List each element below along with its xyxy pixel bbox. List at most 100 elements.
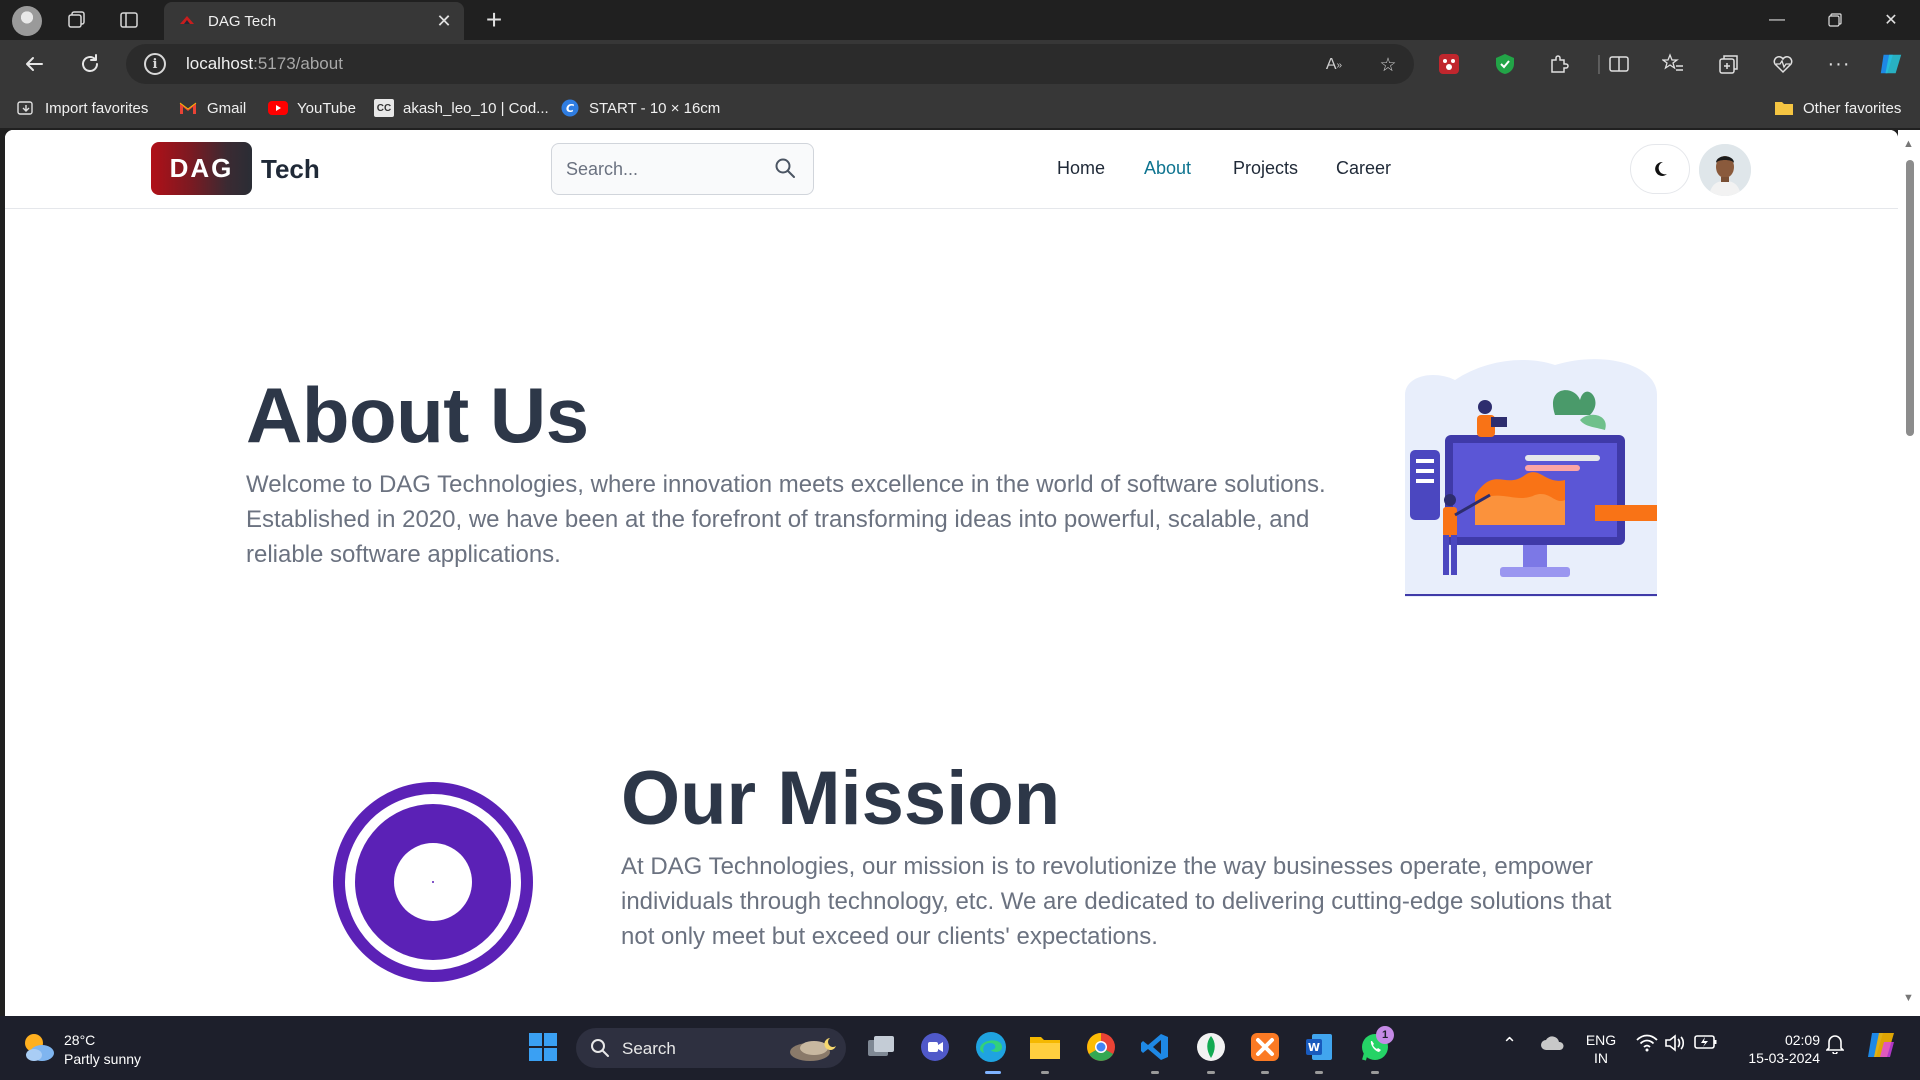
weather-temperature[interactable]: 28°C: [64, 1032, 95, 1048]
fav-label: YouTube: [297, 99, 356, 117]
codechef-icon: CC: [374, 99, 394, 117]
new-tab-icon[interactable]: +: [478, 4, 510, 36]
import-icon: [16, 99, 36, 117]
clock-time: 02:09: [1784, 1032, 1820, 1048]
mission-text: At DAG Technologies, our mission is to r…: [621, 853, 1612, 950]
favorite-star-icon[interactable]: ☆: [1376, 53, 1400, 77]
system-clock[interactable]: 02:09 15-03-2024: [1732, 1031, 1820, 1067]
fav-other-favorites[interactable]: Other favorites: [1774, 96, 1901, 120]
edge-browser-icon[interactable]: [974, 1030, 1008, 1064]
fav-label: START - 10 × 16cm: [589, 99, 721, 117]
chrome-icon[interactable]: [1084, 1030, 1118, 1064]
search-icon: [590, 1038, 610, 1058]
extension-red-icon[interactable]: [1436, 51, 1462, 77]
file-explorer-icon[interactable]: [1028, 1030, 1062, 1064]
user-avatar[interactable]: [1699, 144, 1751, 196]
page-scrollbar[interactable]: ▲ ▼: [1898, 130, 1920, 1016]
url-host: localhost: [186, 54, 254, 73]
svg-text:W: W: [1308, 1041, 1320, 1054]
battery-charging-icon[interactable]: [1694, 1034, 1718, 1050]
moon-icon: [1655, 161, 1667, 176]
tab-active[interactable]: DAG Tech ✕: [164, 2, 464, 40]
fav-codechef[interactable]: CC akash_leo_10 | Cod...: [374, 96, 549, 120]
about-illustration: [1405, 355, 1657, 597]
folder-icon: [1774, 99, 1794, 117]
volume-icon[interactable]: [1664, 1034, 1686, 1052]
teams-meet-icon[interactable]: [918, 1030, 952, 1064]
site-info-icon[interactable]: i: [144, 53, 166, 75]
more-menu-icon[interactable]: ···: [1826, 51, 1852, 77]
restore-icon[interactable]: [1806, 0, 1864, 40]
windows-start-icon[interactable]: [526, 1030, 560, 1064]
minimize-icon[interactable]: —: [1748, 0, 1806, 40]
refresh-icon[interactable]: [74, 48, 106, 80]
mission-title: Our Mission: [621, 756, 1061, 841]
language-indicator[interactable]: ENG IN: [1584, 1031, 1618, 1067]
dag-favicon-icon: [178, 12, 196, 30]
workspaces-icon[interactable]: [66, 9, 88, 31]
logo-badge[interactable]: DAG: [151, 142, 252, 195]
theme-toggle-button[interactable]: [1630, 144, 1690, 194]
scroll-up-icon[interactable]: ▲: [1903, 138, 1914, 150]
nav-about[interactable]: About: [1144, 158, 1191, 179]
fav-label: Other favorites: [1803, 99, 1902, 117]
fav-label: Gmail: [207, 99, 247, 117]
fav-label: Import favorites: [45, 99, 149, 117]
word-icon[interactable]: W: [1302, 1030, 1336, 1064]
about-text: Welcome to DAG Technologies, where innov…: [246, 471, 1326, 568]
xampp-running-indicator: [1261, 1071, 1269, 1074]
svg-text:C: C: [566, 102, 574, 115]
read-aloud-icon[interactable]: A»: [1322, 53, 1346, 77]
url-text[interactable]: localhost:5173/about: [186, 54, 343, 74]
canva-icon: C: [560, 99, 580, 117]
nav-career[interactable]: Career: [1336, 158, 1391, 179]
tab-close-icon[interactable]: ✕: [430, 7, 458, 35]
notification-bell-icon[interactable]: [1826, 1034, 1844, 1054]
nav-home[interactable]: Home: [1057, 158, 1105, 179]
language-code: ENG: [1585, 1032, 1617, 1048]
fav-gmail[interactable]: Gmail: [178, 96, 246, 120]
scroll-down-icon[interactable]: ▼: [1903, 992, 1914, 1004]
weather-description[interactable]: Partly sunny: [64, 1051, 141, 1067]
whatsapp-running-indicator: [1371, 1071, 1379, 1074]
back-icon[interactable]: [18, 48, 50, 80]
mission-target-icon: [333, 782, 533, 982]
extensions-puzzle-icon[interactable]: [1546, 51, 1572, 77]
shield-extension-icon[interactable]: [1492, 51, 1518, 77]
nav-projects[interactable]: Projects: [1233, 158, 1298, 179]
xampp-icon[interactable]: [1248, 1030, 1282, 1064]
browser-titlebar: DAG Tech ✕ + — ✕: [0, 0, 1920, 40]
profile-avatar[interactable]: [12, 6, 42, 36]
fav-youtube[interactable]: YouTube: [268, 96, 356, 120]
logo-text[interactable]: Tech: [261, 154, 320, 185]
word-running-indicator: [1315, 1071, 1323, 1074]
clock-date: 15-03-2024: [1748, 1050, 1820, 1066]
address-bar[interactable]: i localhost:5173/about A» ☆: [126, 44, 1414, 84]
search-input[interactable]: [566, 144, 766, 194]
fav-import-favorites[interactable]: Import favorites: [16, 96, 148, 120]
collections-icon[interactable]: [1716, 51, 1742, 77]
mongodb-compass-icon[interactable]: [1194, 1030, 1228, 1064]
search-icon[interactable]: [774, 157, 798, 181]
site-search: [551, 143, 814, 195]
close-window-icon[interactable]: ✕: [1862, 0, 1920, 40]
browser-essentials-icon[interactable]: [1770, 51, 1796, 77]
taskbar-search-label: Search: [622, 1039, 676, 1058]
scroll-thumb[interactable]: [1906, 160, 1914, 436]
whatsapp-notification-badge: 1: [1376, 1026, 1394, 1044]
show-hidden-icons-chevron-up-icon[interactable]: ⌃: [1502, 1034, 1517, 1055]
vscode-icon[interactable]: [1138, 1030, 1172, 1064]
split-screen-icon[interactable]: [1606, 51, 1632, 77]
task-view-icon[interactable]: [864, 1030, 898, 1064]
taskbar-search[interactable]: Search: [576, 1028, 846, 1068]
tab-actions-icon[interactable]: [118, 9, 140, 31]
weather-partly-sunny-icon[interactable]: [20, 1030, 56, 1064]
fav-label: akash_leo_10 | Cod...: [403, 99, 549, 117]
gmail-icon: [178, 99, 198, 117]
favorites-list-icon[interactable]: [1660, 51, 1686, 77]
copilot-taskbar-icon[interactable]: [1864, 1028, 1898, 1062]
copilot-icon[interactable]: [1878, 51, 1904, 77]
wifi-icon[interactable]: [1636, 1034, 1658, 1052]
onedrive-cloud-icon[interactable]: [1540, 1034, 1566, 1052]
fav-canva[interactable]: C START - 10 × 16cm: [560, 96, 720, 120]
